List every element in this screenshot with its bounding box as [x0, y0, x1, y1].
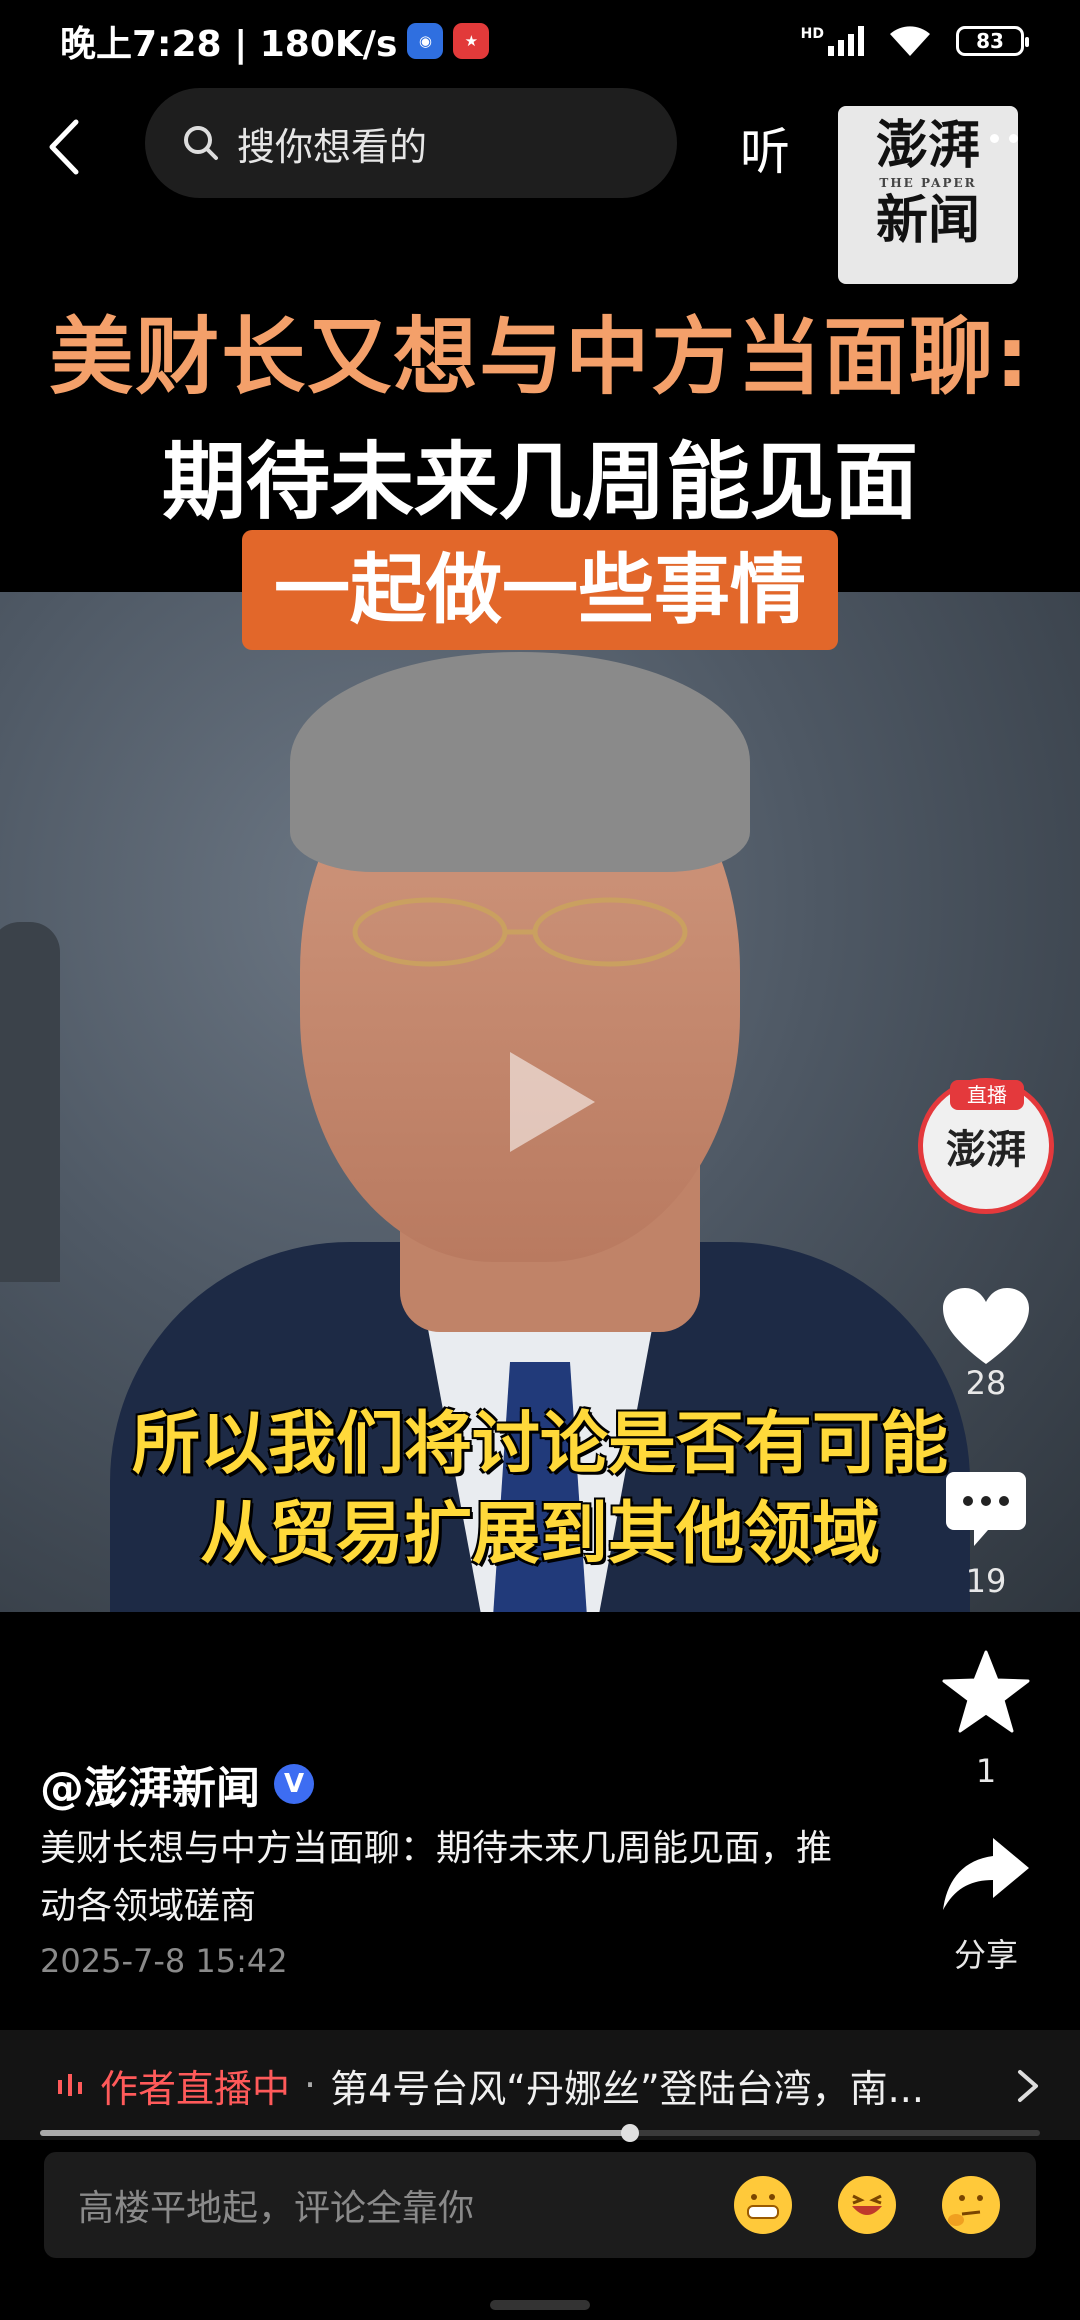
comment-icon	[946, 1472, 1026, 1546]
progress-fill	[40, 2130, 630, 2136]
favorite-count: 1	[975, 1752, 997, 1790]
live-label: 作者直播中	[100, 2066, 291, 2111]
like-button[interactable]: 28	[930, 1286, 1042, 1402]
share-label: 分享	[953, 1936, 1018, 1974]
notification-app-icon: ◉	[407, 23, 444, 59]
wifi-icon	[890, 26, 930, 56]
author-name[interactable]: @澎湃新闻	[40, 1752, 260, 1816]
like-count: 28	[965, 1364, 1007, 1402]
battery-icon: 83	[956, 26, 1029, 56]
search-icon	[184, 126, 218, 160]
live-signal-icon	[58, 2074, 82, 2096]
thinking-emoji-icon[interactable]	[942, 2176, 1000, 2234]
headline-line1: 美财长又想与中方当面聊:	[49, 308, 1031, 406]
author-live-bar[interactable]: 作者直播中 · 第4号台风“丹娜丝”登陆台湾，南...	[0, 2030, 1080, 2140]
chevron-right-icon	[1018, 2070, 1038, 2102]
post-description[interactable]: 美财长想与中方当面聊：期待未来几周能见面，推动各领域磋商	[40, 1820, 860, 1936]
headline-line2: 期待未来几周能见面	[161, 433, 918, 531]
comment-count: 19	[965, 1562, 1007, 1600]
grin-emoji-icon[interactable]	[734, 2176, 792, 2234]
status-right: HD 83	[801, 24, 1029, 58]
favorite-button[interactable]: 1	[930, 1650, 1042, 1790]
back-icon[interactable]	[40, 112, 90, 182]
watermark-logo: 澎湃 THE PAPER 新闻	[838, 106, 1018, 284]
comment-input[interactable]: 高楼平地起，评论全靠你	[44, 2152, 1036, 2258]
logo-line2: 新闻	[875, 190, 980, 251]
headline-line3: 一起做一些事情	[242, 530, 838, 650]
speaker-hair	[290, 652, 750, 872]
background-building	[0, 922, 60, 1282]
star-icon	[942, 1650, 1030, 1733]
notification-app-icon: ★	[453, 23, 490, 59]
live-avatar-text: 澎湃	[946, 1126, 1026, 1173]
subtitle-line2: 从贸易扩展到其他领域	[199, 1495, 880, 1574]
status-left: 晚上7:28 | 180K/s ◉ ★	[60, 15, 490, 67]
comment-button[interactable]: 19	[930, 1470, 1042, 1600]
author-row[interactable]: @澎湃新闻 V	[40, 1752, 314, 1816]
home-indicator[interactable]	[490, 2300, 590, 2310]
logo-subtext: THE PAPER	[879, 176, 977, 190]
laugh-emoji-icon[interactable]	[838, 2176, 896, 2234]
progress-knob[interactable]	[621, 2124, 639, 2142]
heart-icon	[943, 1288, 1029, 1364]
speaker-glasses	[352, 897, 688, 967]
comment-placeholder: 高楼平地起，评论全靠你	[78, 2188, 475, 2229]
more-icon[interactable]	[990, 134, 1018, 143]
battery-level: 83	[976, 29, 1004, 53]
live-text: 第4号台风“丹娜丝”登陆台湾，南...	[330, 2066, 924, 2111]
network-label: HD	[800, 26, 824, 42]
status-bar: 晚上7:28 | 180K/s ◉ ★ HD 83	[0, 0, 1080, 82]
post-date: 2025-7-8 15:42	[40, 1942, 288, 1980]
video-progress-bar[interactable]	[40, 2124, 1040, 2142]
top-nav: 搜你想看的 听 澎湃 THE PAPER 新闻	[0, 82, 1080, 284]
subtitle-line1: 所以我们将讨论是否有可能	[131, 1405, 948, 1484]
live-tag: 直播	[950, 1080, 1024, 1110]
signal-icon: HD	[801, 26, 864, 56]
share-icon	[943, 1838, 1029, 1910]
status-time: 晚上7:28 | 180K/s	[60, 24, 398, 65]
search-placeholder: 搜你想看的	[237, 124, 428, 169]
share-button[interactable]: 分享	[930, 1834, 1042, 1976]
play-icon[interactable]	[500, 1047, 600, 1157]
search-input[interactable]: 搜你想看的	[145, 88, 677, 198]
listen-button[interactable]: 听	[740, 112, 790, 184]
live-separator: ·	[304, 2063, 317, 2107]
logo-line1: 澎湃	[875, 115, 980, 176]
verified-badge-icon: V	[274, 1764, 314, 1804]
